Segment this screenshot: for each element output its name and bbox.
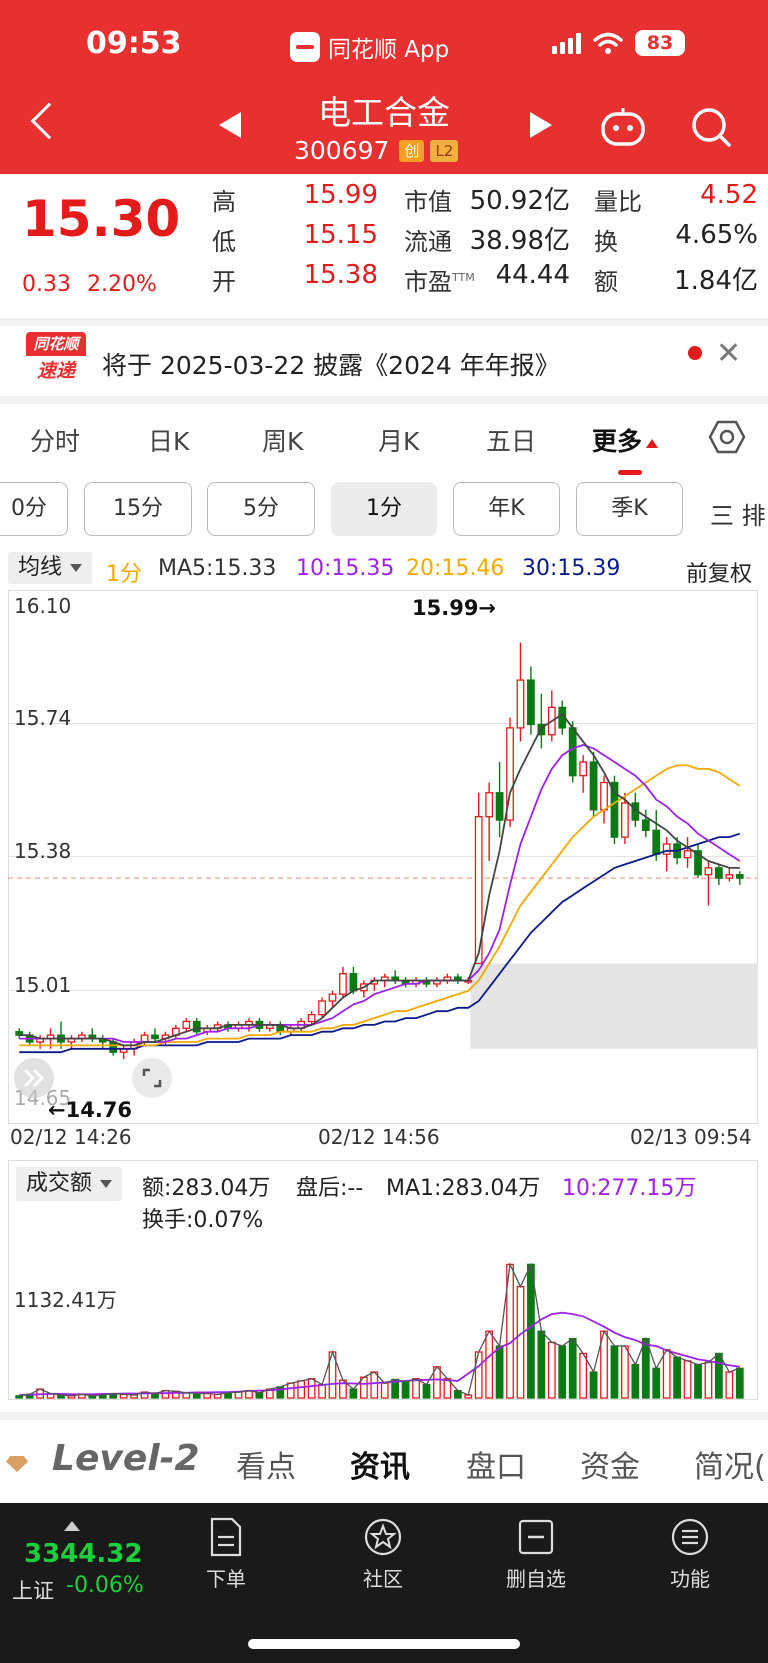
fullscreen-button[interactable] — [132, 1058, 172, 1098]
nav-community[interactable]: 社区 — [333, 1517, 433, 1592]
volume-amount: 额:283.04万 — [142, 1176, 271, 1201]
candle-body — [339, 973, 347, 995]
candle-body — [182, 1020, 191, 1029]
candle-body — [192, 1020, 201, 1033]
nav-remove-label: 删自选 — [506, 1567, 566, 1591]
document-icon — [210, 1517, 242, 1557]
after-hours: 盘后:-- — [296, 1176, 364, 1201]
nav-functions-label: 功能 — [670, 1567, 710, 1591]
nav-functions[interactable]: 功能 — [640, 1517, 740, 1592]
diamond-icon — [6, 1456, 28, 1472]
expand-chart-button[interactable] — [14, 1058, 54, 1098]
candle-body — [652, 829, 661, 855]
tab-fund-flow[interactable]: 资金 — [580, 1442, 640, 1486]
candle-body — [621, 802, 629, 838]
volume-axis-label: 1132.41万 — [14, 1288, 117, 1312]
candle-body — [683, 850, 692, 859]
candle-body — [151, 1034, 159, 1040]
candle-body — [725, 874, 734, 879]
community-star-icon — [364, 1518, 402, 1556]
turnover-rate: 换手:0.07% — [142, 1208, 264, 1233]
expand-up-icon[interactable] — [64, 1521, 80, 1531]
menu-circle-icon — [671, 1518, 709, 1556]
candle-body — [610, 781, 619, 838]
volume-select-dropdown[interactable]: 成交额 — [16, 1167, 123, 1201]
divider — [0, 1412, 768, 1420]
candle-body — [579, 761, 588, 777]
index-change: -0.06% — [66, 1573, 144, 1598]
candle-body — [568, 727, 577, 777]
fullscreen-corner-icon — [142, 1068, 162, 1088]
tab-profile[interactable]: 简况( — [694, 1442, 766, 1486]
candle-body — [516, 679, 525, 729]
candle-body — [485, 792, 494, 818]
candle-body — [328, 993, 337, 1002]
candle-body — [589, 761, 598, 811]
double-chevron-right-icon — [23, 1068, 45, 1088]
nav-remove-watchlist[interactable]: 删自选 — [486, 1517, 586, 1592]
candle-body — [662, 843, 671, 855]
tab-highlights[interactable]: 看点 — [236, 1442, 296, 1486]
volume-ma10: 10:277.15万 — [562, 1176, 697, 1201]
candle-body — [495, 792, 504, 821]
level2-tab[interactable]: Level-2 — [52, 1438, 200, 1479]
gap-zone — [470, 1035, 758, 1041]
candle-body — [704, 867, 713, 876]
candle-body — [600, 781, 608, 811]
home-indicator[interactable] — [248, 1639, 520, 1649]
bottom-nav: 3344.32 上证 -0.06% 下单 社区 删自选 功能 — [0, 1503, 768, 1663]
low-annotation: ←14.76 — [48, 1098, 133, 1122]
nav-order-label: 下单 — [206, 1567, 246, 1591]
candle-body — [715, 867, 723, 879]
index-value[interactable]: 3344.32 — [24, 1539, 142, 1569]
info-tabs: Level-2 看点 资讯 盘口 资金 简况( — [0, 1420, 768, 1500]
minus-box-icon — [518, 1519, 554, 1555]
candle-body — [527, 679, 535, 726]
candle-body — [307, 1014, 316, 1023]
tab-news[interactable]: 资讯 — [350, 1442, 410, 1486]
tab-order-book[interactable]: 盘口 — [466, 1442, 526, 1486]
candle-body — [641, 819, 650, 831]
index-name: 上证 — [12, 1579, 54, 1603]
high-annotation: 15.99→ — [412, 596, 497, 620]
candle-body — [349, 973, 358, 992]
candle-body — [735, 874, 744, 879]
candle-body — [318, 1000, 326, 1016]
nav-community-label: 社区 — [363, 1567, 403, 1591]
volume-ma1: MA1:283.04万 — [386, 1176, 541, 1201]
candle-body — [140, 1034, 149, 1043]
nav-order[interactable]: 下单 — [176, 1517, 276, 1592]
